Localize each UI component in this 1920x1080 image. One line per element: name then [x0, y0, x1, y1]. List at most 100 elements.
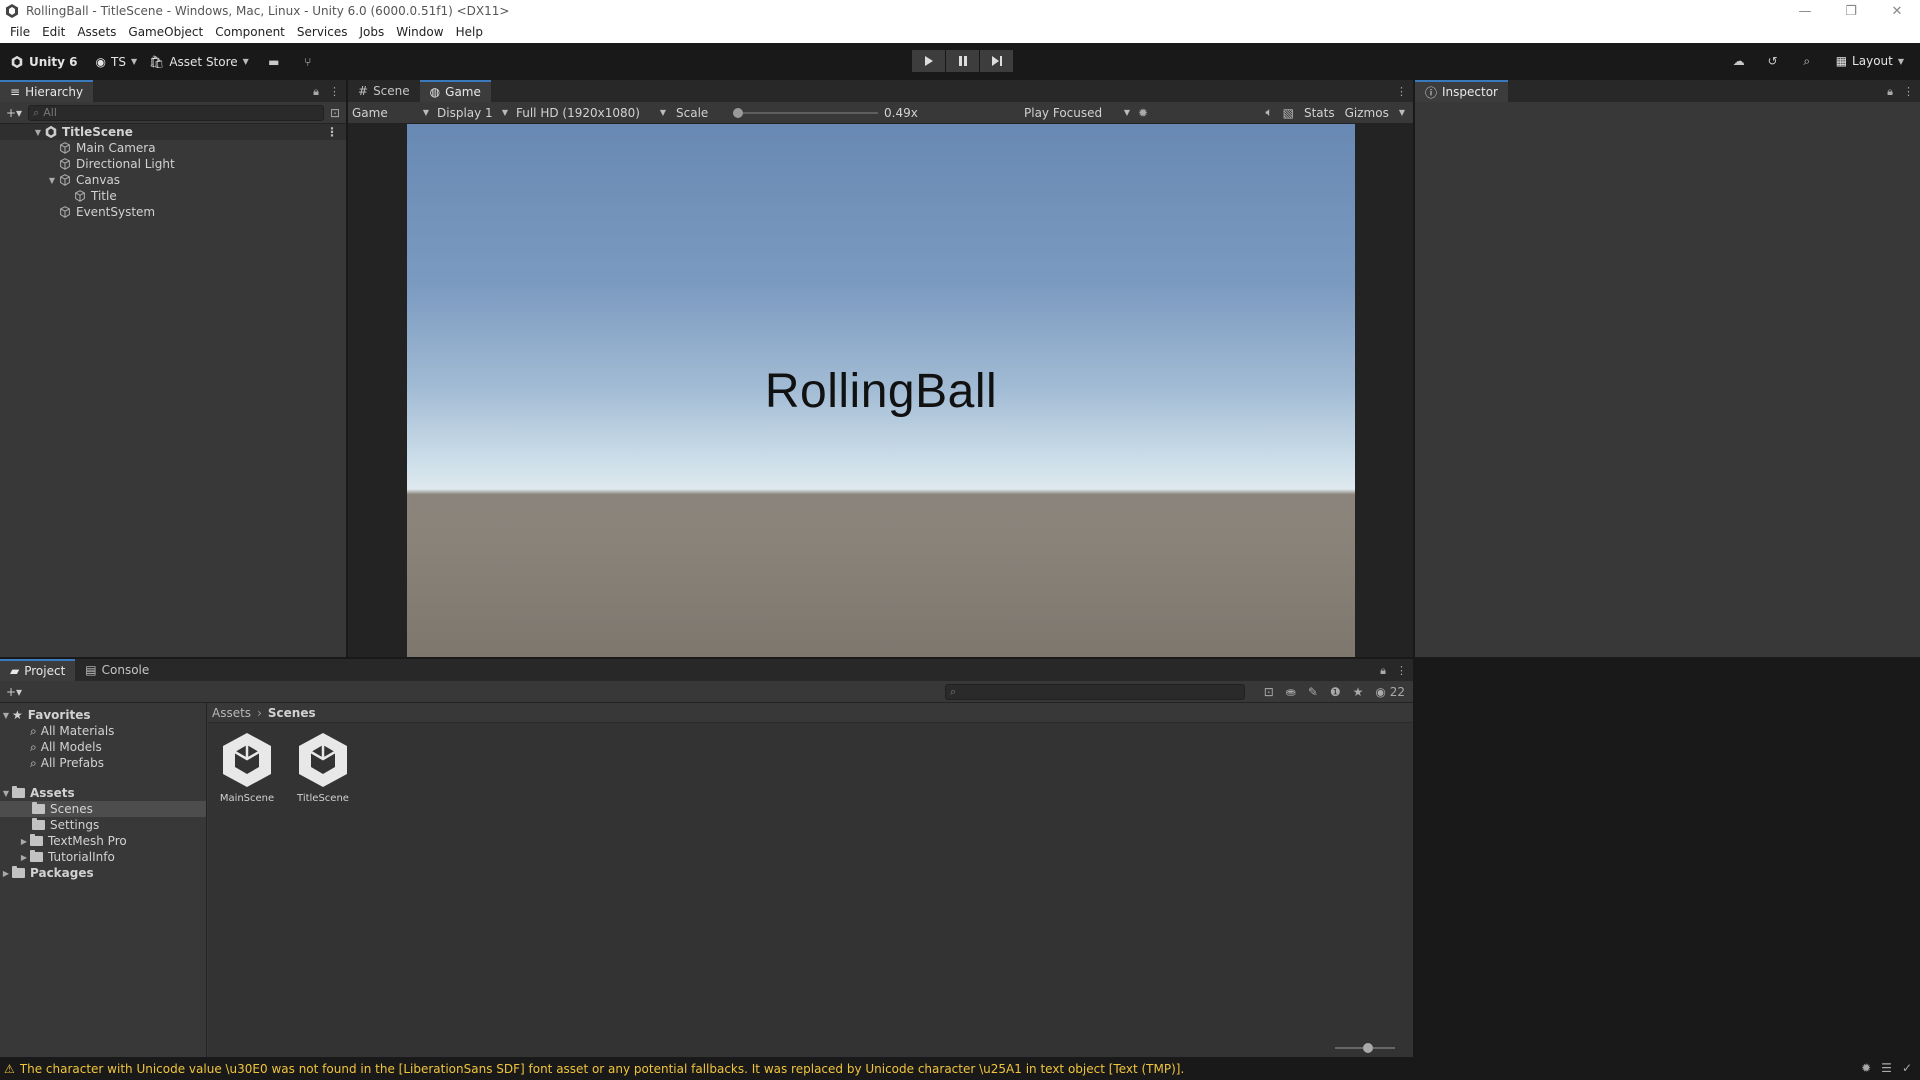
- tag-icon[interactable]: ✎: [1308, 685, 1318, 699]
- play-button[interactable]: [912, 50, 945, 72]
- tree-item-main-camera[interactable]: Main Camera: [0, 140, 346, 156]
- favorite-all-models[interactable]: ⌕ All Models: [0, 739, 206, 755]
- menu-assets[interactable]: Assets: [71, 22, 122, 43]
- menu-gameobject[interactable]: GameObject: [122, 22, 209, 43]
- alert-icon[interactable]: ❶: [1330, 685, 1341, 699]
- menu-edit[interactable]: Edit: [36, 22, 71, 43]
- bug-icon[interactable]: ✹: [1138, 106, 1148, 120]
- minimize-button[interactable]: —: [1782, 0, 1828, 22]
- menu-services[interactable]: Services: [291, 22, 354, 43]
- search-icon[interactable]: ⌕: [1796, 50, 1818, 72]
- lock-icon[interactable]: 🔒︎: [1887, 85, 1893, 99]
- folder-settings[interactable]: Settings: [0, 817, 206, 833]
- package-manager-icon[interactable]: ▬: [263, 51, 285, 73]
- close-button[interactable]: ✕: [1874, 0, 1920, 22]
- menu-jobs[interactable]: Jobs: [354, 22, 391, 43]
- play-mode-dropdown[interactable]: Play Focused ▼: [1020, 103, 1134, 123]
- tree-favorites[interactable]: ▼ ★ Favorites: [0, 707, 206, 723]
- menu-file[interactable]: File: [4, 22, 36, 43]
- expand-arrow-icon[interactable]: ▼: [32, 128, 44, 137]
- search-by-type-icon[interactable]: ⊡: [1264, 685, 1274, 699]
- expand-arrow-icon[interactable]: ▶: [18, 853, 30, 862]
- tree-packages[interactable]: ▶ Packages: [0, 865, 206, 881]
- resolution-dropdown[interactable]: Full HD (1920x1080) ▼: [512, 103, 670, 123]
- tree-item-title[interactable]: Title: [0, 188, 346, 204]
- kebab-menu-icon[interactable]: ⋮: [329, 85, 340, 99]
- game-viewport[interactable]: RollingBall: [407, 124, 1355, 657]
- asset-mainscene[interactable]: MainScene: [212, 731, 282, 804]
- tab-project[interactable]: ▰ Project: [0, 659, 76, 681]
- search-by-label-icon[interactable]: ⛂: [1286, 685, 1296, 699]
- tree-item-label: EventSystem: [76, 205, 156, 219]
- scale-slider-handle[interactable]: [733, 108, 743, 118]
- unity-account-button[interactable]: Unity 6: [4, 51, 84, 73]
- expand-arrow-icon[interactable]: ▼: [46, 176, 58, 185]
- icon-size-slider-handle[interactable]: [1363, 1043, 1373, 1053]
- status-bar[interactable]: ⚠ The character with Unicode value \u30E…: [0, 1058, 1920, 1080]
- expand-arrow-icon[interactable]: ▼: [0, 711, 12, 720]
- breadcrumb-assets[interactable]: Assets: [212, 706, 251, 720]
- menu-component[interactable]: Component: [209, 22, 291, 43]
- kebab-menu-icon[interactable]: ⋮: [1396, 664, 1407, 678]
- progress-check-icon[interactable]: ✓: [1902, 1061, 1912, 1075]
- tree-item-eventsystem[interactable]: EventSystem: [0, 204, 346, 220]
- hierarchy-search-input[interactable]: ⌕ All: [28, 104, 324, 121]
- add-icon[interactable]: +▾: [6, 685, 22, 699]
- stats-button[interactable]: Stats: [1304, 106, 1335, 120]
- gizmos-button[interactable]: Gizmos: [1345, 106, 1389, 120]
- account-dropdown[interactable]: ◉ TS ▼: [90, 51, 144, 73]
- asset-store-dropdown[interactable]: 🛍 Asset Store ▼: [143, 51, 255, 73]
- tab-scene[interactable]: # Scene: [348, 80, 420, 102]
- search-options-icon[interactable]: ⊡: [330, 106, 340, 120]
- history-icon[interactable]: ↺: [1762, 50, 1784, 72]
- debug-mode-icon[interactable]: ✹: [1861, 1061, 1871, 1075]
- tab-game[interactable]: ◍ Game: [419, 80, 491, 102]
- tree-scene-row[interactable]: ▼ TitleScene ⋮: [0, 124, 346, 140]
- breadcrumb-scenes[interactable]: Scenes: [268, 706, 316, 720]
- cache-server-icon[interactable]: ☰: [1881, 1061, 1892, 1075]
- step-button[interactable]: [980, 50, 1013, 72]
- folder-tutorialinfo[interactable]: ▶ TutorialInfo: [0, 849, 206, 865]
- lock-icon[interactable]: 🔒︎: [1380, 664, 1386, 678]
- expand-arrow-icon[interactable]: ▶: [18, 837, 30, 846]
- tab-hierarchy-label: Hierarchy: [25, 85, 84, 99]
- kebab-menu-icon[interactable]: ⋮: [326, 125, 338, 139]
- tree-item-directional-light[interactable]: Directional Light: [0, 156, 346, 172]
- kebab-menu-icon[interactable]: ⋮: [1903, 85, 1914, 99]
- layout-dropdown[interactable]: ▦ Layout ▼: [1830, 50, 1910, 72]
- scale-slider[interactable]: [733, 108, 878, 118]
- tree-item-canvas[interactable]: ▼ Canvas: [0, 172, 346, 188]
- folder-textmesh-pro[interactable]: ▶ TextMesh Pro: [0, 833, 206, 849]
- display-dropdown[interactable]: Display 1 ▼: [433, 103, 512, 123]
- game-panel: # Scene ◍ Game ⋮ Game ▼ Display 1 ▼ Full…: [348, 80, 1413, 657]
- game-view-mode-dropdown[interactable]: Game ▼: [348, 103, 433, 123]
- aspect-icon[interactable]: ▧: [1283, 106, 1294, 120]
- folder-scenes[interactable]: Scenes: [0, 801, 206, 817]
- icon-size-slider[interactable]: [1335, 1043, 1395, 1053]
- chevron-down-icon[interactable]: ▼: [1399, 108, 1405, 117]
- kebab-menu-icon[interactable]: ⋮: [1396, 85, 1407, 98]
- star-icon[interactable]: ★: [1353, 685, 1364, 699]
- version-control-icon[interactable]: ⑂: [297, 51, 319, 73]
- pause-button[interactable]: [946, 50, 979, 72]
- add-icon[interactable]: +▾: [6, 106, 22, 120]
- folder-label: Settings: [50, 818, 100, 832]
- tab-console[interactable]: ▤ Console: [75, 659, 160, 681]
- hidden-packages-toggle[interactable]: ◉ 22: [1375, 685, 1405, 699]
- cloud-icon[interactable]: ☁: [1728, 50, 1750, 72]
- audio-icon[interactable]: 🔈︎: [1265, 105, 1272, 120]
- expand-arrow-icon[interactable]: ▶: [0, 869, 12, 878]
- asset-titlescene[interactable]: TitleScene: [288, 731, 358, 804]
- tab-inspector[interactable]: ⓘ Inspector: [1415, 80, 1508, 102]
- maximize-button[interactable]: ❐: [1828, 0, 1874, 22]
- warning-icon: ⚠: [4, 1062, 15, 1076]
- favorite-all-materials[interactable]: ⌕ All Materials: [0, 723, 206, 739]
- tree-assets[interactable]: ▼ Assets: [0, 785, 206, 801]
- favorite-all-prefabs[interactable]: ⌕ All Prefabs: [0, 755, 206, 771]
- tab-hierarchy[interactable]: ≡ Hierarchy: [0, 80, 94, 102]
- expand-arrow-icon[interactable]: ▼: [0, 789, 12, 798]
- lock-icon[interactable]: 🔒︎: [313, 85, 319, 99]
- menu-window[interactable]: Window: [390, 22, 449, 43]
- menu-help[interactable]: Help: [450, 22, 489, 43]
- project-search-input[interactable]: ⌕: [945, 683, 1245, 700]
